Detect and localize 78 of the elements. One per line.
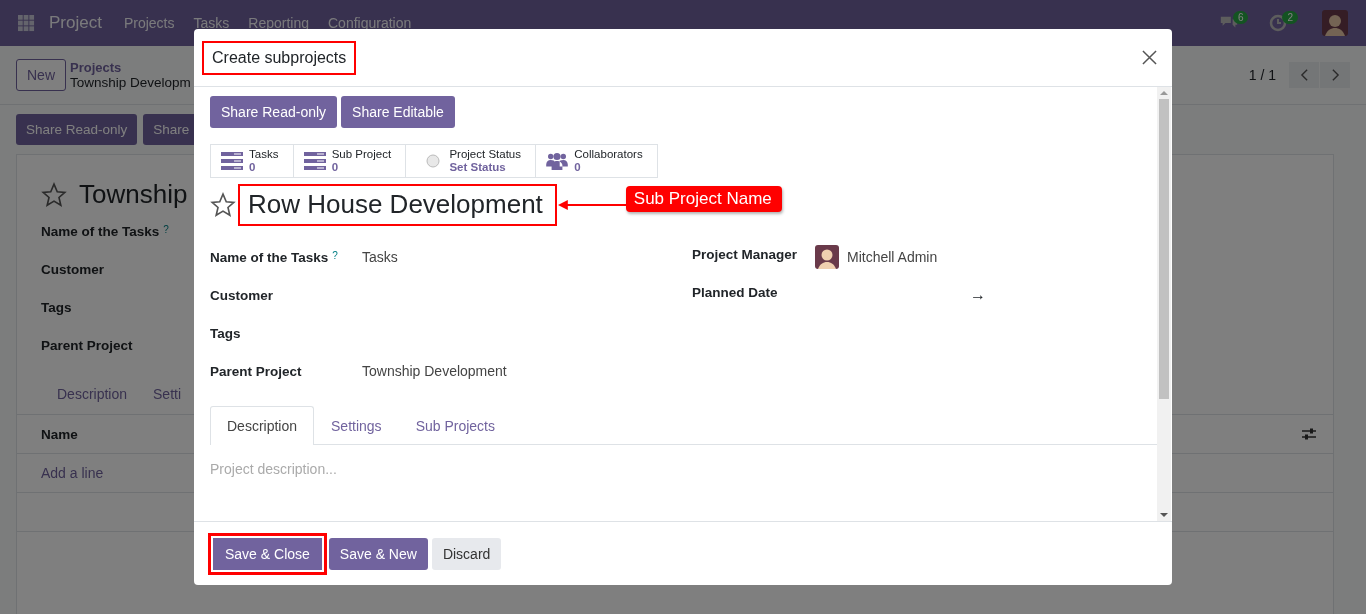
scrollbar-thumb[interactable] [1159, 99, 1169, 399]
column-header: Name [41, 426, 78, 442]
stat-value: 0 [249, 161, 257, 174]
stat-value: 0 [574, 161, 582, 174]
tab[interactable]: Description [210, 406, 315, 445]
app-name[interactable]: Project [49, 13, 102, 33]
scrollbar[interactable] [1157, 87, 1171, 521]
field-label: Customer [41, 262, 104, 279]
breadcrumb-link[interactable]: Projects [70, 60, 191, 75]
stat-label: Collaborators [574, 148, 643, 161]
field-value[interactable]: Township Development [362, 363, 507, 379]
stat-label: Tasks [249, 148, 279, 161]
field-value[interactable]: Tasks [362, 249, 398, 265]
project-title: Township [79, 179, 188, 210]
pager-value: 1 / 1 [1248, 67, 1276, 83]
field-label: Tags [41, 300, 72, 317]
menu-item[interactable]: Projects [123, 15, 175, 31]
scroll-down-icon[interactable] [1160, 513, 1168, 517]
tab[interactable]: Setti [153, 386, 182, 402]
field-label: Project Manager [692, 246, 798, 262]
share-button[interactable]: Share Editable [341, 96, 455, 128]
scroll-up-icon[interactable] [1160, 91, 1168, 95]
tab[interactable]: Settings [314, 406, 399, 445]
user-avatar[interactable] [1322, 10, 1348, 36]
stat-label: Sub Project [331, 148, 392, 161]
close-icon[interactable] [1142, 50, 1157, 65]
previous-button[interactable] [1289, 62, 1319, 88]
new-button[interactable]: New [16, 59, 66, 91]
clock-icon[interactable] [1268, 14, 1289, 32]
sliders-icon[interactable] [1301, 427, 1317, 441]
apps-menu-icon[interactable] [18, 14, 35, 32]
stat-value: Set Status [449, 161, 507, 174]
stat-label: Project Status [449, 148, 521, 161]
dialog-button[interactable]: Save & Close [208, 532, 327, 575]
dialog-button[interactable]: Discard [431, 537, 502, 570]
next-button[interactable] [1320, 62, 1350, 88]
stat-button[interactable]: Project Status Set Status [406, 145, 537, 177]
share-button[interactable]: Share Read-only [210, 96, 338, 128]
date-range-arrow: → [970, 286, 986, 304]
field-label: Tags [210, 325, 241, 341]
list-icon [303, 152, 326, 170]
star-icon[interactable] [210, 192, 236, 218]
activity-count-badge: 2 [1282, 10, 1298, 24]
list-icon [221, 152, 243, 170]
users-icon [546, 152, 569, 170]
breadcrumb-current: Township Developm [70, 75, 191, 90]
field-label: Parent Project [41, 338, 133, 355]
field-label: Name of the Tasks [210, 249, 329, 265]
star-icon[interactable] [41, 181, 67, 208]
field-label: Name of the Tasks [41, 224, 160, 241]
dialog-title: Create subprojects [202, 40, 357, 75]
help-mark[interactable]: ? [332, 249, 338, 261]
menu-item[interactable]: Tasks [193, 15, 230, 31]
help-mark[interactable]: ? [163, 224, 169, 262]
field-value[interactable]: Mitchell Admin [847, 249, 938, 265]
stat-button[interactable]: Collaborators 0 [536, 145, 657, 177]
description-placeholder: Project description... [210, 461, 337, 477]
chevron-right-icon [1330, 68, 1340, 82]
project-name-field[interactable]: Row House Development [238, 184, 557, 226]
menu-item[interactable]: Configuration [328, 15, 412, 31]
stat-button[interactable]: Sub Project 0 [293, 145, 407, 177]
share-button[interactable]: Share Read-only [16, 114, 138, 145]
tab[interactable]: Sub Projects [398, 406, 512, 445]
message-count-badge: 6 [1232, 10, 1249, 24]
stat-button[interactable]: Tasks 0 [211, 145, 294, 177]
annotation-label: Sub Project Name [625, 186, 782, 212]
field-label: Customer [210, 287, 273, 303]
chevron-left-icon [1299, 68, 1309, 82]
tab[interactable]: Description [57, 386, 128, 402]
annotation-arrow [556, 199, 626, 211]
field-label: Parent Project [210, 363, 302, 379]
field-label: Planned Date [692, 284, 778, 300]
stat-value: 0 [331, 161, 340, 174]
add-line-link[interactable]: Add a line [41, 465, 104, 481]
dialog-button[interactable]: Save & New [328, 537, 428, 570]
user-avatar [815, 245, 839, 269]
menu-item[interactable]: Reporting [248, 15, 309, 31]
status-dot-icon [426, 154, 441, 168]
